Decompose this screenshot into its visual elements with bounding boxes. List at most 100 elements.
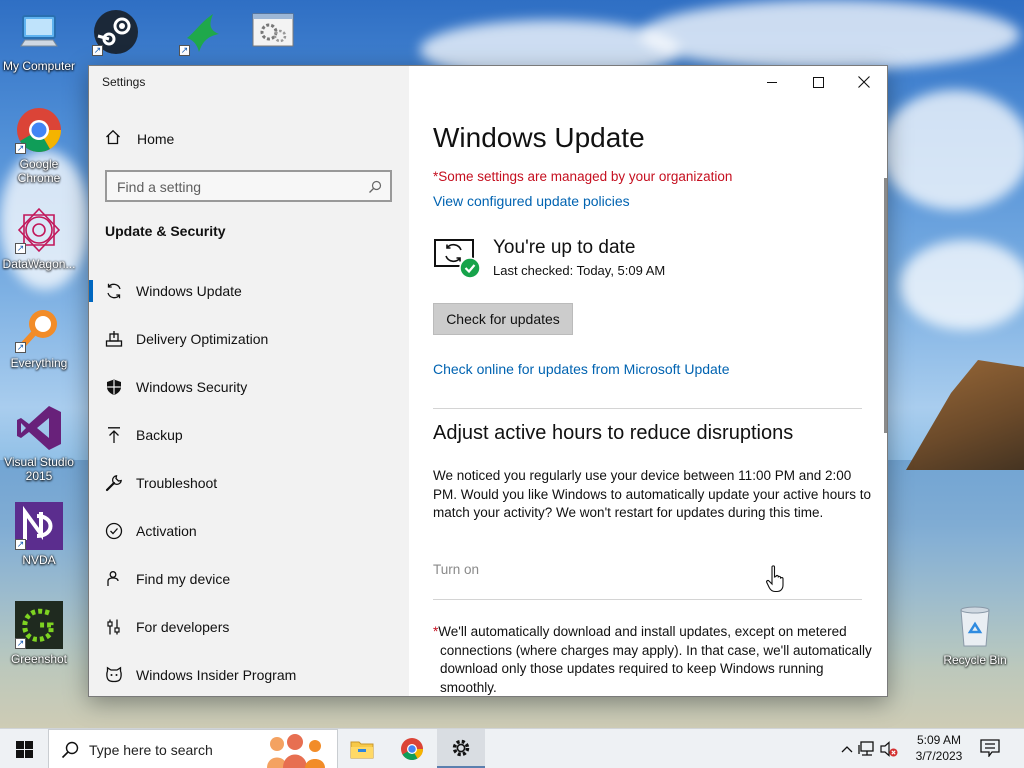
check-circle-icon: [105, 522, 123, 540]
home-label: Home: [137, 131, 175, 147]
sliders-icon: [105, 618, 123, 636]
shortcut-arrow-icon: ↗: [15, 638, 26, 649]
search-icon: [368, 180, 382, 199]
nvda-icon: ↗: [15, 502, 63, 550]
sidebar-item-find-my-device[interactable]: Find my device: [89, 555, 409, 603]
gear-icon: [452, 739, 470, 756]
volume-muted-icon[interactable]: [878, 741, 900, 757]
sidebar-item-label: Activation: [136, 523, 197, 539]
turn-on-link[interactable]: Turn on: [433, 562, 479, 577]
action-center-button[interactable]: [980, 739, 1000, 762]
find-setting-input[interactable]: [117, 177, 357, 197]
desktop-icon-app-bird[interactable]: ↗: [165, 8, 241, 56]
shortcut-arrow-icon: ↗: [92, 45, 103, 56]
clock-date: 3/7/2023: [915, 749, 963, 763]
sidebar-item-windows-security[interactable]: Windows Security: [89, 363, 409, 411]
shortcut-arrow-icon: ↗: [15, 143, 26, 154]
backup-icon: [105, 426, 123, 444]
windows-logo-icon: [15, 740, 33, 758]
rock-formation: [906, 360, 1024, 470]
start-button[interactable]: [0, 729, 48, 768]
find-setting-search[interactable]: [105, 170, 392, 202]
gear-window-icon: [249, 8, 297, 56]
windows-update-page: Windows Update *Some settings are manage…: [409, 66, 887, 696]
taskbar: Type here to search 5:09 AM 3/7/2023: [0, 728, 1024, 768]
update-status-icon: [433, 236, 481, 280]
cloud: [880, 90, 1024, 210]
taskbar-file-explorer[interactable]: [338, 729, 386, 768]
sidebar-home[interactable]: Home: [105, 128, 174, 150]
desktop-icon-label: NVDA: [22, 553, 56, 567]
taskbar-search[interactable]: Type here to search: [48, 729, 338, 768]
shortcut-arrow-icon: ↗: [15, 243, 26, 254]
sidebar-item-label: For developers: [136, 619, 230, 635]
desktop-icon-label: Google Chrome: [17, 157, 61, 185]
cat-icon: [105, 666, 123, 684]
taskbar-clock[interactable]: 5:09 AM 3/7/2023: [910, 732, 968, 764]
clock-time: 5:09 AM: [916, 733, 962, 747]
desktop-icon-label: Everything: [10, 356, 68, 370]
hand-cursor-icon: [765, 565, 787, 598]
sidebar-item-backup[interactable]: Backup: [89, 411, 409, 459]
system-tray: [838, 729, 900, 768]
cloud: [900, 240, 1024, 330]
desktop-icon-app-gear[interactable]: [235, 8, 311, 56]
desktop-icon-label: DataWagon...: [2, 257, 76, 271]
chrome-icon: [401, 738, 423, 760]
desktop-icon-label: Recycle Bin: [943, 653, 1007, 667]
status-title: You're up to date: [493, 237, 636, 258]
desktop-icon-greenshot[interactable]: ↗ Greenshot: [0, 601, 78, 666]
managed-notice: *Some settings are managed by your organ…: [433, 169, 733, 184]
wrench-icon: [105, 474, 123, 492]
shortcut-arrow-icon: ↗: [15, 342, 26, 353]
content-scrollbar[interactable]: [884, 178, 887, 433]
sidebar-item-for-developers[interactable]: For developers: [89, 603, 409, 651]
desktop-icon-recycle-bin[interactable]: Recycle Bin: [936, 602, 1014, 667]
sidebar-item-label: Windows Update: [136, 283, 242, 299]
shortcut-arrow-icon: ↗: [15, 539, 26, 550]
section-title: Update & Security: [105, 223, 226, 239]
greenshot-icon: ↗: [15, 601, 63, 649]
recycle-bin-icon: [951, 602, 999, 650]
settings-window: Settings Home Update & Security Windows …: [88, 65, 888, 697]
visual-studio-icon: [15, 404, 63, 452]
active-hours-description: We noticed you regularly use your device…: [433, 468, 871, 520]
desktop-icon-everything[interactable]: ↗ Everything: [0, 305, 78, 370]
sidebar-item-label: Windows Security: [136, 379, 248, 395]
folder-icon: [350, 741, 374, 759]
settings-sidebar: Settings Home Update & Security Windows …: [89, 66, 409, 696]
view-update-policies-link[interactable]: View configured update policies: [433, 193, 630, 209]
chevron-up-icon[interactable]: [838, 745, 856, 753]
magnifier-orange-icon: ↗: [15, 305, 63, 353]
person-location-icon: [105, 570, 123, 588]
desktop-icon-label: Visual Studio 2015: [4, 455, 74, 483]
shortcut-arrow-icon: ↗: [179, 45, 190, 56]
divider: [433, 408, 862, 409]
cloud: [640, 0, 1020, 70]
desktop-icon-datawagon[interactable]: ↗ DataWagon...: [0, 206, 78, 271]
taskbar-settings[interactable]: [437, 729, 485, 768]
sidebar-item-activation[interactable]: Activation: [89, 507, 409, 555]
auto-download-footnote: *We'll automatically download and instal…: [433, 623, 873, 696]
steam-icon: ↗: [92, 8, 140, 56]
check-online-microsoft-update-link[interactable]: Check online for updates from Microsoft …: [433, 361, 729, 377]
sidebar-item-windows-update[interactable]: Windows Update: [89, 267, 409, 315]
taskbar-google-chrome[interactable]: [388, 729, 436, 768]
hummingbird-icon: ↗: [179, 8, 227, 56]
desktop-icon-visual-studio[interactable]: Visual Studio 2015: [0, 404, 78, 483]
network-icon[interactable]: [856, 741, 878, 757]
last-checked-text: Last checked: Today, 5:09 AM: [493, 263, 666, 278]
delivery-icon: [105, 330, 123, 348]
check-for-updates-button[interactable]: Check for updates: [433, 303, 573, 335]
desktop-icon-nvda[interactable]: ↗ NVDA: [0, 502, 78, 567]
page-title: Windows Update: [433, 122, 645, 153]
desktop-icon-google-chrome[interactable]: ↗ Google Chrome: [0, 106, 78, 185]
mandala-icon: ↗: [15, 206, 63, 254]
desktop-icon-steam[interactable]: ↗: [78, 8, 154, 56]
computer-icon: [15, 8, 63, 56]
desktop-icon-my-computer[interactable]: My Computer: [0, 8, 78, 73]
search-highlight-illustration-icon: [257, 734, 337, 768]
sidebar-item-windows-insider-program[interactable]: Windows Insider Program: [89, 651, 409, 696]
sidebar-item-troubleshoot[interactable]: Troubleshoot: [89, 459, 409, 507]
sidebar-item-delivery-optimization[interactable]: Delivery Optimization: [89, 315, 409, 363]
